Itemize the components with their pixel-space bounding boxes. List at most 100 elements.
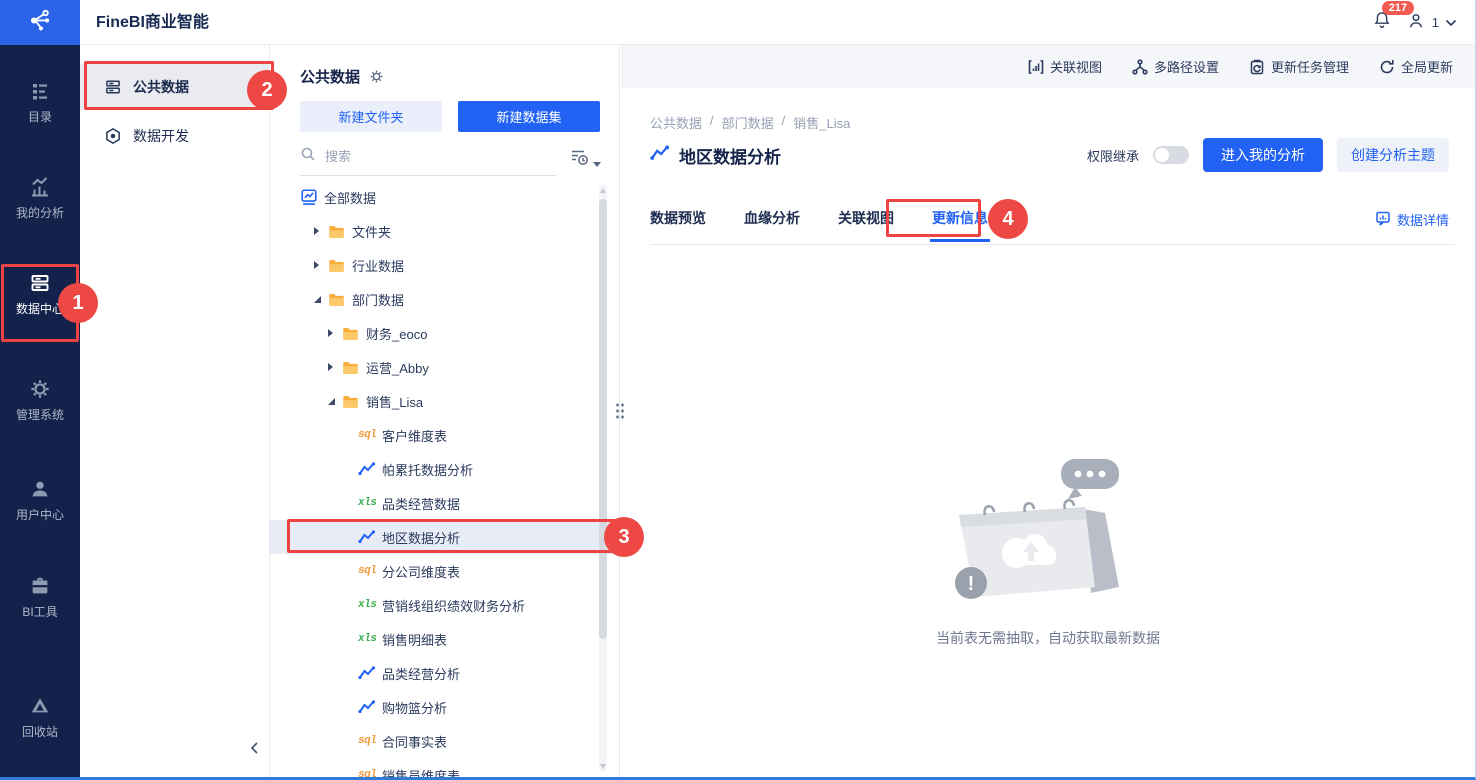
dataset-tree: 全部数据文件夹行业数据 部门数据财务_eoco 运营_Abby 销售_Lisa sql 客…	[270, 180, 619, 780]
tree-node-folder[interactable]: 文件夹	[270, 214, 619, 248]
tree-node-label: 营销线组织绩效财务分析	[382, 598, 526, 614]
tree-node-label: 销售员维度表	[382, 768, 461, 780]
tree-node-label: 地区数据分析	[382, 530, 461, 546]
datacenter-icon	[29, 272, 51, 294]
toolbar-global-update-button[interactable]: 全局更新	[1379, 57, 1453, 76]
tree-scrollbar[interactable]	[599, 185, 607, 772]
submenu-item-data-dev[interactable]: 数据开发	[80, 118, 269, 154]
expand-arrow-icon[interactable]	[314, 227, 328, 235]
stack-icon	[104, 78, 122, 96]
tree-node-xls[interactable]: xls 营销线组织绩效财务分析	[270, 588, 619, 622]
detail-tabs: 数据预览 血缘分析 关联视图 更新信息	[650, 208, 990, 244]
tree-node-folder[interactable]: 运营_Abby	[270, 350, 619, 384]
expand-arrow-icon[interactable]	[314, 295, 328, 303]
submenu-item-public-data[interactable]: 公共数据	[80, 64, 269, 110]
xls-table-icon: xls	[358, 497, 377, 509]
primary-sidebar: 目录我的分析数据中心管理系统用户中心 BI工具回收站	[0, 45, 80, 777]
empty-illustration: !	[955, 459, 1119, 599]
tab-血缘分析[interactable]: 血缘分析	[744, 208, 800, 244]
sidebar-item-bi-tools[interactable]: BI工具	[0, 575, 80, 620]
toolbox-icon	[29, 575, 51, 597]
panel-resize-handle[interactable]	[614, 401, 625, 419]
dataset-detail-content: 公共数据 / 部门数据 / 销售_Lisa 地区数据分析 权限继承 进入我的分析 创建分…	[621, 88, 1475, 777]
sidebar-item-admin-system[interactable]: 管理系统	[0, 378, 80, 423]
create-analysis-subject-button[interactable]: 创建分析主题	[1337, 138, 1449, 172]
tree-node-chart[interactable]: 地区数据分析	[270, 520, 619, 554]
tree-node-sql[interactable]: sql 合同事实表	[270, 724, 619, 758]
toolbar-multipath-settings-button[interactable]: 多路径设置	[1132, 57, 1219, 76]
dataset-tree-panel: 公共数据 新建文件夹 新建数据集 搜索 全部数据 文件夹 行业数据 部门数据 财…	[270, 45, 620, 780]
tree-node-xls[interactable]: xls 品类经营数据	[270, 486, 619, 520]
tree-node-folder[interactable]: 销售_Lisa	[270, 384, 619, 418]
scrollbar-thumb[interactable]	[599, 199, 607, 639]
analysis-table-icon	[358, 700, 382, 714]
tab-数据预览[interactable]: 数据预览	[650, 208, 706, 244]
enter-my-analysis-button[interactable]: 进入我的分析	[1203, 138, 1323, 172]
refresh-icon	[1379, 59, 1395, 75]
toolbar-update-task-mgmt-button[interactable]: 更新任务管理	[1249, 57, 1349, 76]
expand-arrow-icon[interactable]	[328, 363, 342, 371]
tree-node-folder[interactable]: 财务_eoco	[270, 316, 619, 350]
sidebar-item-catalog[interactable]: 目录	[0, 80, 80, 125]
tabs-divider	[650, 244, 1455, 245]
xls-table-icon: xls	[358, 599, 377, 611]
gear-icon[interactable]	[369, 69, 384, 84]
sidebar-item-recycle-bin[interactable]: 回收站	[0, 695, 80, 740]
sidebar-item-label: 数据中心	[15, 302, 64, 316]
expand-arrow-icon[interactable]	[328, 397, 342, 405]
breadcrumb-item[interactable]: 公共数据	[650, 113, 702, 132]
sql-table-icon: sql	[358, 429, 377, 441]
data-detail-icon	[1375, 210, 1391, 229]
tree-node-label: 财务_eoco	[366, 326, 428, 342]
permission-toggle[interactable]	[1153, 146, 1189, 164]
tree-node-sql[interactable]: sql 分公司维度表	[270, 554, 619, 588]
search-input[interactable]	[325, 149, 485, 164]
tree-node-label: 文件夹	[352, 224, 392, 240]
tab-关联视图[interactable]: 关联视图	[838, 208, 894, 244]
sidebar-item-user-center[interactable]: 用户中心	[0, 478, 80, 523]
tab-更新信息[interactable]: 更新信息	[930, 208, 990, 244]
folder-icon	[328, 224, 352, 239]
finebi-logo[interactable]	[0, 0, 80, 45]
tree-node-label: 全部数据	[324, 190, 377, 206]
breadcrumb-item[interactable]: 部门数据	[722, 113, 774, 132]
breadcrumb-item[interactable]: 销售_Lisa	[793, 113, 850, 132]
chevron-down-icon	[1445, 15, 1457, 30]
tree-node-xls[interactable]: xls 销售明细表	[270, 622, 619, 656]
tree-node-label: 销售明细表	[382, 632, 448, 648]
data-detail-button[interactable]: 数据详情	[1375, 210, 1449, 229]
sidebar-item-my-analysis[interactable]: 我的分析	[0, 176, 80, 221]
filter-clock-icon	[570, 149, 590, 172]
tree-panel-title: 公共数据	[300, 69, 361, 86]
sidebar-item-label: 我的分析	[15, 206, 64, 220]
tree-node-folder[interactable]: 行业数据	[270, 248, 619, 282]
all-data-icon	[300, 188, 324, 206]
new-dataset-button[interactable]: 新建数据集	[458, 101, 600, 132]
empty-state: ! 当前表无需抽取，自动获取最新数据	[933, 453, 1163, 648]
tree-node-sql[interactable]: sql 销售员维度表	[270, 758, 619, 780]
collapse-panel-icon[interactable]	[244, 738, 264, 758]
tree-node-chart[interactable]: 购物篮分析	[270, 690, 619, 724]
new-folder-button[interactable]: 新建文件夹	[300, 101, 442, 132]
expand-arrow-icon[interactable]	[314, 261, 328, 269]
search-filter-button[interactable]	[570, 149, 601, 176]
expand-arrow-icon[interactable]	[328, 329, 342, 337]
user-menu[interactable]: 1	[1406, 11, 1457, 34]
hexgear-icon	[104, 127, 122, 145]
tree-node-chart[interactable]: 品类经营分析	[270, 656, 619, 690]
tree-node-folder[interactable]: 部门数据	[270, 282, 619, 316]
breadcrumb-separator: /	[710, 113, 714, 128]
scroll-down-arrow[interactable]	[600, 764, 606, 769]
tree-node-chart[interactable]: 帕累托数据分析	[270, 452, 619, 486]
tree-node-sql[interactable]: sql 客户维度表	[270, 418, 619, 452]
folder-icon	[328, 258, 352, 273]
sidebar-item-data-center[interactable]: 数据中心	[0, 272, 80, 317]
toolbar-assoc-view-button[interactable]: 关联视图	[1028, 57, 1102, 76]
multipath-icon	[1132, 58, 1148, 75]
scroll-up-arrow[interactable]	[600, 188, 606, 193]
toolbar-item-label: 多路径设置	[1153, 60, 1219, 75]
notifications-button[interactable]: 217	[1372, 1, 1415, 35]
folder-icon	[342, 326, 366, 341]
analysis-table-icon	[358, 462, 382, 476]
tree-node-root[interactable]: 全部数据	[270, 180, 619, 214]
